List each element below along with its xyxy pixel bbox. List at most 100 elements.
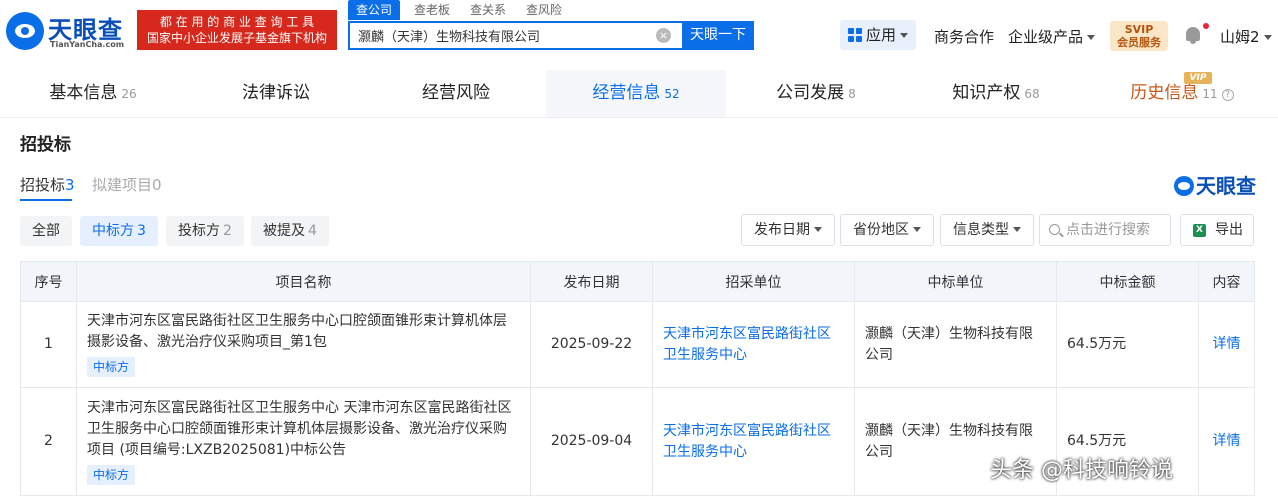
row-project: 天津市河东区富民路街社区卫生服务中心 天津市河东区富民路街社区卫生服务中心口腔颌… — [76, 387, 531, 496]
export-label: 导出 — [1215, 222, 1243, 238]
row-no: 2 — [20, 387, 77, 496]
row-buyer: 天津市河东区富民路街社区卫生服务中心 — [652, 301, 855, 388]
buyer-link[interactable]: 天津市河东区富民路街社区卫生服务中心 — [663, 326, 831, 363]
user-menu[interactable]: 山姆2 — [1220, 26, 1272, 47]
row-action: 详情 — [1198, 387, 1255, 496]
col-header-no: 序号 — [20, 261, 77, 302]
chip-count: 3 — [137, 223, 146, 239]
filter-chip-all[interactable]: 全部 — [20, 216, 72, 246]
chip-label: 全部 — [32, 223, 60, 239]
apps-button[interactable]: 应用 — [840, 20, 916, 50]
caret-down-icon — [814, 227, 822, 232]
row-winner: 灏麟（天津）生物科技有限公司 — [854, 301, 1057, 388]
user-name: 山姆2 — [1220, 28, 1260, 46]
notification-dot — [1203, 23, 1209, 29]
eye-logo-icon — [6, 12, 44, 50]
tab-business-info[interactable]: 经营信息 52 — [546, 70, 726, 117]
caret-down-icon — [900, 33, 909, 38]
grid-icon — [848, 28, 862, 42]
tab-label: 经营风险 — [422, 83, 490, 103]
help-icon[interactable]: ? — [1221, 89, 1234, 101]
excel-icon: X — [1193, 224, 1206, 237]
bell-icon[interactable] — [1186, 27, 1200, 44]
bidding-section: 招投标 招投标3 拟建项目0 天眼查 全部 中标方 3 投标方 2 被提及 4 发布日… — [0, 118, 1278, 501]
table-header-row: 序号 项目名称 发布日期 招采单位 中标单位 中标金额 内容 — [20, 261, 1255, 302]
slogan-line-2: 国家中小企业发展子基金旗下机构 — [146, 31, 327, 45]
filter-chip-mentioned[interactable]: 被提及 4 — [251, 216, 329, 246]
search-tab-company[interactable]: 查公司 — [348, 0, 401, 20]
section-title: 招投标 — [20, 135, 71, 155]
filter-chip-winner[interactable]: 中标方 3 — [80, 216, 158, 246]
search-tab-relation[interactable]: 查关系 — [462, 0, 514, 20]
subtab-planned-projects[interactable]: 拟建项目0 — [92, 174, 162, 195]
search-input[interactable] — [358, 23, 648, 48]
buyer-link[interactable]: 天津市河东区富民路街社区卫生服务中心 — [663, 423, 831, 460]
row-project: 天津市河东区富民路街社区卫生服务中心口腔颌面锥形束计算机体层摄影设备、激光治疗仪… — [76, 301, 531, 388]
winner-tag: 中标方 — [87, 464, 136, 485]
tab-count: 8 — [848, 87, 856, 101]
tab-label: 知识产权 — [952, 83, 1021, 103]
search-tab-boss[interactable]: 查老板 — [406, 0, 458, 20]
caret-down-icon — [1013, 227, 1021, 232]
apps-label: 应用 — [866, 26, 897, 44]
col-header-winner: 中标单位 — [854, 261, 1057, 302]
logo-domain: TianYanCha.com — [50, 40, 125, 49]
tab-business-risk[interactable]: 经营风险 — [366, 70, 546, 117]
slogan-banner: 都 在 用 的 商 业 查 询 工 具 国家中小企业发展子基金旗下机构 — [137, 10, 337, 50]
dropdown-publish-date[interactable]: 发布日期 — [741, 214, 835, 246]
tab-company-development[interactable]: 公司发展 8 — [726, 70, 906, 117]
row-no: 1 — [20, 301, 77, 388]
nav-enterprise-products[interactable]: 企业级产品 — [1008, 26, 1096, 47]
svip-sublabel: 会员服务 — [1117, 36, 1161, 49]
detail-link[interactable]: 详情 — [1213, 336, 1241, 352]
filter-chip-bidder[interactable]: 投标方 2 — [166, 216, 244, 246]
overlay-watermark: 头条 @科技响铃说 — [990, 458, 1173, 483]
tab-history-info[interactable]: 历史信息 11? — [1086, 70, 1278, 117]
export-button[interactable]: X 导出 — [1180, 214, 1254, 246]
table-row: 1 天津市河东区富民路街社区卫生服务中心口腔颌面锥形束计算机体层摄影设备、激光治… — [20, 301, 1255, 388]
tab-litigation[interactable]: 法律诉讼 — [186, 70, 366, 117]
project-name[interactable]: 天津市河东区富民路街社区卫生服务中心口腔颌面锥形束计算机体层摄影设备、激光治疗仪… — [87, 311, 520, 353]
subtab-count: 0 — [152, 176, 162, 194]
tab-basic-info[interactable]: 基本信息 26 — [0, 70, 186, 117]
search-tab-risk[interactable]: 查风险 — [518, 0, 570, 20]
search-button[interactable]: 天眼一下 — [682, 21, 754, 50]
col-header-content: 内容 — [1198, 261, 1255, 302]
subtab-label: 拟建项目 — [92, 176, 153, 194]
col-header-date: 发布日期 — [530, 261, 653, 302]
subtab-label: 招投标 — [20, 176, 66, 194]
filter-search-input[interactable] — [1066, 217, 1166, 243]
col-header-buyer: 招采单位 — [652, 261, 855, 302]
row-amount: 64.5万元 — [1056, 301, 1199, 388]
tianyancha-logo[interactable]: 天眼查 TianYanCha.com — [6, 10, 131, 54]
subtab-bidding[interactable]: 招投标3 — [20, 174, 75, 195]
svip-button[interactable]: SVIP 会员服务 — [1110, 21, 1168, 51]
subtab-underline — [20, 199, 72, 201]
tab-count: 68 — [1024, 87, 1040, 101]
row-date: 2025-09-04 — [530, 387, 653, 496]
nav-business-cooperation[interactable]: 商务合作 — [934, 26, 994, 47]
tab-label: 经营信息 — [592, 83, 661, 103]
tab-label: 基本信息 — [49, 83, 118, 103]
tab-count: 52 — [664, 87, 680, 101]
dropdown-province[interactable]: 省份地区 — [840, 214, 934, 246]
chip-label: 中标方 — [92, 223, 134, 239]
caret-down-icon — [1087, 35, 1096, 40]
dropdown-info-type[interactable]: 信息类型 — [940, 214, 1034, 246]
dropdown-label: 发布日期 — [754, 222, 810, 238]
search-box: × — [348, 21, 684, 50]
subtab-count: 3 — [65, 176, 75, 194]
detail-link[interactable]: 详情 — [1213, 433, 1241, 449]
tab-intellectual-property[interactable]: 知识产权 68 — [906, 70, 1086, 117]
row-action: 详情 — [1198, 301, 1255, 388]
winner-tag: 中标方 — [87, 357, 136, 377]
chip-count: 4 — [308, 223, 317, 239]
chip-count: 2 — [223, 223, 232, 239]
caret-down-icon — [913, 227, 921, 232]
top-header: 天眼查 TianYanCha.com 都 在 用 的 商 业 查 询 工 具 国… — [0, 0, 1278, 70]
tab-count: 26 — [121, 87, 137, 101]
clear-icon[interactable]: × — [656, 28, 671, 43]
eye-logo-icon — [1174, 176, 1194, 196]
section-logo-text: 天眼查 — [1196, 174, 1256, 198]
project-name[interactable]: 天津市河东区富民路街社区卫生服务中心 天津市河东区富民路街社区卫生服务中心口腔颌… — [87, 398, 520, 461]
